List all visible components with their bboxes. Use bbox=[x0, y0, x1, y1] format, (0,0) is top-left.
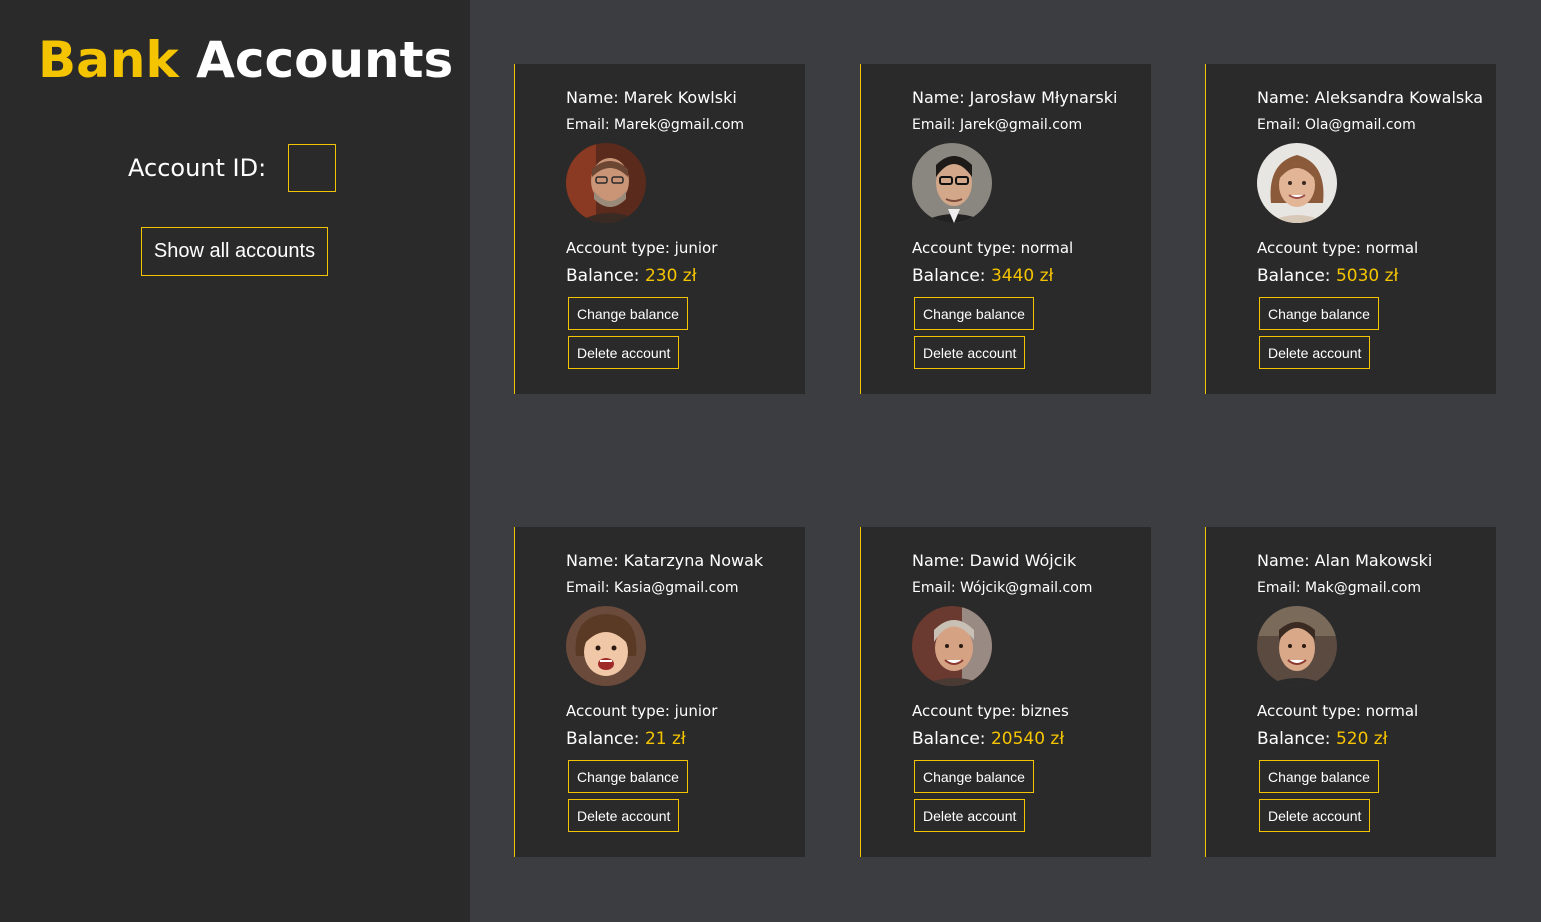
account-type: Account type: normal bbox=[1257, 702, 1419, 720]
account-balance: Balance: 230 zł bbox=[566, 265, 801, 287]
change-balance-button[interactable]: Change balance bbox=[914, 297, 1034, 330]
sidebar: Bank Accounts Account ID: Show all accou… bbox=[0, 0, 470, 922]
delete-account-button[interactable]: Delete account bbox=[568, 336, 680, 369]
account-type: Account type: junior bbox=[566, 239, 718, 257]
balance-amount: 520 zł bbox=[1335, 729, 1388, 749]
account-balance: Balance: 520 zł bbox=[1257, 728, 1492, 750]
delete-account-button[interactable]: Delete account bbox=[1259, 799, 1371, 832]
account-card: Name: Jarosław Młynarski Email: Jarek@gm… bbox=[860, 64, 1151, 394]
account-balance: Balance: 20540 zł bbox=[912, 728, 1147, 750]
change-balance-button[interactable]: Change balance bbox=[1259, 760, 1379, 793]
app-title-rest: Accounts bbox=[196, 31, 454, 89]
avatar bbox=[566, 606, 646, 686]
change-balance-button[interactable]: Change balance bbox=[1259, 297, 1379, 330]
account-card: Name: Katarzyna Nowak Email: Kasia@gmail… bbox=[514, 527, 805, 857]
show-all-accounts-button[interactable]: Show all accounts bbox=[141, 227, 328, 276]
avatar bbox=[912, 606, 992, 686]
account-type: Account type: normal bbox=[1257, 239, 1419, 257]
avatar bbox=[1257, 606, 1337, 686]
account-balance: Balance: 21 zł bbox=[566, 728, 801, 750]
account-card: Name: Alan Makowski Email: Mak@gmail.com… bbox=[1205, 527, 1496, 857]
account-name: Name: Katarzyna Nowak bbox=[566, 551, 764, 570]
avatar bbox=[912, 143, 992, 223]
account-card: Name: Aleksandra Kowalska Email: Ola@gma… bbox=[1205, 64, 1496, 394]
balance-amount: 230 zł bbox=[644, 266, 697, 286]
account-name: Name: Aleksandra Kowalska bbox=[1257, 88, 1484, 107]
account-id-input[interactable] bbox=[288, 144, 337, 192]
app-title: Bank Accounts bbox=[38, 30, 453, 90]
account-email: Email: Jarek@gmail.com bbox=[912, 117, 1083, 133]
account-type: Account type: normal bbox=[912, 239, 1074, 257]
avatar bbox=[1257, 143, 1337, 223]
delete-account-button[interactable]: Delete account bbox=[568, 799, 680, 832]
account-type: Account type: junior bbox=[566, 702, 718, 720]
balance-amount: 5030 zł bbox=[1335, 266, 1399, 286]
account-email: Email: Kasia@gmail.com bbox=[566, 580, 739, 596]
account-name: Name: Marek Kowlski bbox=[566, 88, 737, 107]
balance-label: Balance: bbox=[912, 266, 991, 286]
balance-amount: 21 zł bbox=[644, 729, 686, 749]
account-balance: Balance: 3440 zł bbox=[912, 265, 1147, 287]
account-email: Email: Marek@gmail.com bbox=[566, 117, 745, 133]
delete-account-button[interactable]: Delete account bbox=[1259, 336, 1371, 369]
account-name: Name: Alan Makowski bbox=[1257, 551, 1433, 570]
balance-label: Balance: bbox=[912, 729, 991, 749]
delete-account-button[interactable]: Delete account bbox=[914, 799, 1026, 832]
balance-label: Balance: bbox=[566, 266, 645, 286]
account-type: Account type: biznes bbox=[912, 702, 1069, 720]
balance-amount: 20540 zł bbox=[990, 729, 1065, 749]
balance-label: Balance: bbox=[1257, 266, 1336, 286]
account-id-row: Account ID: bbox=[128, 143, 337, 193]
change-balance-button[interactable]: Change balance bbox=[914, 760, 1034, 793]
balance-amount: 3440 zł bbox=[990, 266, 1054, 286]
balance-label: Balance: bbox=[1257, 729, 1336, 749]
account-email: Email: Wójcik@gmail.com bbox=[912, 580, 1093, 596]
account-id-label: Account ID: bbox=[128, 154, 267, 182]
account-name: Name: Jarosław Młynarski bbox=[912, 88, 1118, 107]
account-balance: Balance: 5030 zł bbox=[1257, 265, 1492, 287]
app-title-accent: Bank bbox=[38, 31, 179, 89]
account-email: Email: Ola@gmail.com bbox=[1257, 117, 1416, 133]
account-name: Name: Dawid Wójcik bbox=[912, 551, 1077, 570]
delete-account-button[interactable]: Delete account bbox=[914, 336, 1026, 369]
change-balance-button[interactable]: Change balance bbox=[568, 760, 688, 793]
avatar bbox=[566, 143, 646, 223]
account-card: Name: Marek Kowlski Email: Marek@gmail.c… bbox=[514, 64, 805, 394]
balance-label: Balance: bbox=[566, 729, 645, 749]
account-card: Name: Dawid Wójcik Email: Wójcik@gmail.c… bbox=[860, 527, 1151, 857]
change-balance-button[interactable]: Change balance bbox=[568, 297, 688, 330]
account-email: Email: Mak@gmail.com bbox=[1257, 580, 1422, 596]
